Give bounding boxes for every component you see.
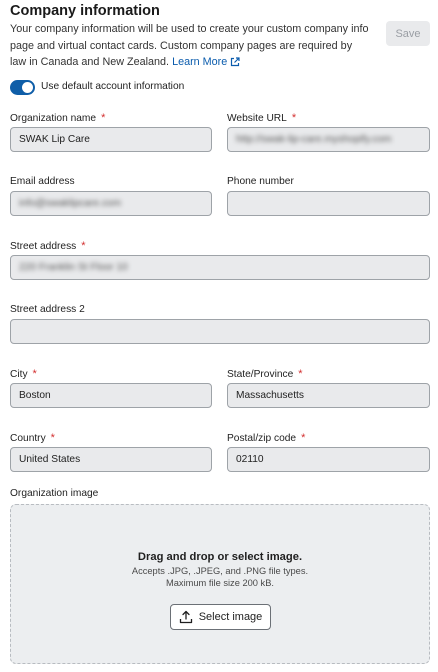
phone-input[interactable] <box>227 191 430 216</box>
city-input[interactable]: Boston <box>10 383 212 408</box>
zip-value: 02110 <box>236 454 264 465</box>
state-label: State/Province * <box>227 368 303 380</box>
website-label: Website URL * <box>227 112 296 124</box>
learn-more-link[interactable]: Learn More <box>172 56 240 68</box>
dropzone-accepts: Accepts .JPG, .JPEG, and .PNG file types… <box>131 566 309 576</box>
state-value: Massachusetts <box>236 390 304 401</box>
street2-label: Street address 2 <box>10 304 85 315</box>
dropzone-title: Drag and drop or select image. <box>137 551 303 563</box>
required-marker: * <box>298 368 303 380</box>
page-description: Your company information will be used to… <box>10 21 370 71</box>
upload-icon <box>179 610 192 624</box>
email-input[interactable]: info@swaklipcare.com <box>10 191 212 216</box>
select-image-button[interactable]: Select image <box>170 604 271 630</box>
email-value: info@swaklipcare.com <box>19 198 122 209</box>
street-input[interactable]: 220 Franklin St Floor 10 <box>10 255 430 280</box>
default-account-toggle-label: Use default account information <box>41 81 185 92</box>
street-value: 220 Franklin St Floor 10 <box>19 262 128 273</box>
zip-input[interactable]: 02110 <box>227 447 430 472</box>
save-button[interactable]: Save <box>386 21 430 46</box>
org-name-value: SWAK Lip Care <box>19 134 90 145</box>
org-name-label: Organization name * <box>10 112 105 124</box>
street-label-text: Street address <box>10 241 77 252</box>
phone-label: Phone number <box>227 176 294 187</box>
page-title: Company information <box>10 3 160 19</box>
city-label: City * <box>10 368 37 380</box>
country-value: United States <box>19 454 81 465</box>
toggle-knob <box>22 82 33 93</box>
state-label-text: State/Province <box>227 369 294 380</box>
country-label-text: Country <box>10 433 46 444</box>
dropzone-max-size: Maximum file size 200 kB. <box>166 578 274 588</box>
required-marker: * <box>301 432 306 444</box>
external-link-icon <box>231 57 240 67</box>
select-image-label: Select image <box>198 611 263 623</box>
org-name-input[interactable]: SWAK Lip Care <box>10 127 212 152</box>
website-input[interactable]: http://swak-lip-care.myshopify.com <box>227 127 430 152</box>
street-label: Street address * <box>10 240 86 252</box>
zip-label-text: Postal/zip code <box>227 433 297 444</box>
zip-label: Postal/zip code * <box>227 432 305 444</box>
state-input[interactable]: Massachusetts <box>227 383 430 408</box>
city-label-text: City <box>10 369 28 380</box>
default-account-toggle[interactable] <box>10 80 35 95</box>
required-marker: * <box>81 240 86 252</box>
email-label: Email address <box>10 176 75 187</box>
org-image-label: Organization image <box>10 488 99 499</box>
required-marker: * <box>50 432 55 444</box>
learn-more-label: Learn More <box>172 56 228 68</box>
org-name-label-text: Organization name <box>10 113 97 124</box>
image-dropzone[interactable]: Drag and drop or select image. Accepts .… <box>10 504 430 664</box>
street2-input[interactable] <box>10 319 430 344</box>
country-label: Country * <box>10 432 55 444</box>
required-marker: * <box>32 368 37 380</box>
website-value: http://swak-lip-care.myshopify.com <box>236 134 392 145</box>
required-marker: * <box>291 112 297 124</box>
website-label-text: Website URL <box>227 113 287 124</box>
city-value: Boston <box>19 390 51 401</box>
required-marker: * <box>101 112 106 124</box>
country-input[interactable]: United States <box>10 447 212 472</box>
